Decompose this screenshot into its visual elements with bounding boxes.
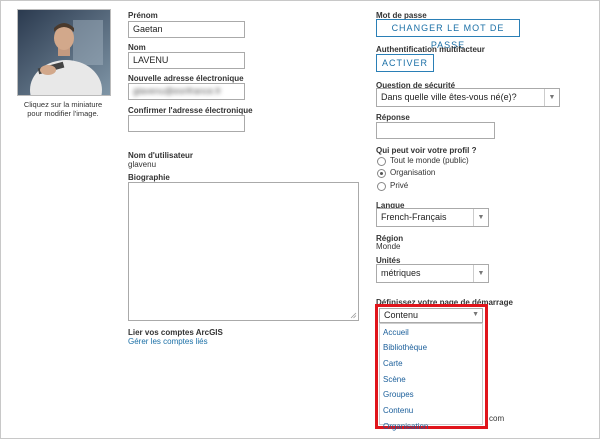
visibility-public-label[interactable]: Tout le monde (public) — [390, 156, 469, 165]
language-select[interactable]: French-Français ▼ — [376, 208, 489, 227]
lastname-input[interactable]: LAVENU — [128, 52, 245, 69]
visibility-label: Qui peut voir votre profil ? — [376, 146, 477, 155]
security-question-value: Dans quelle ville êtes-vous né(e)? — [381, 92, 517, 102]
firstname-label: Prénom — [128, 11, 158, 20]
chevron-down-icon[interactable]: ▼ — [473, 209, 488, 226]
chevron-down-icon[interactable]: ▼ — [472, 311, 479, 318]
start-page-highlight: Contenu ▼ Accueil Bibliothèque Carte Scè… — [375, 304, 488, 431]
partial-com-text: com — [489, 414, 505, 423]
resize-handle-icon[interactable] — [350, 312, 357, 319]
email-input[interactable]: glavenu@esrifrance.fr — [128, 83, 245, 100]
arcgis-label: Lier vos comptes ArcGIS — [128, 328, 223, 337]
units-value: métriques — [381, 268, 421, 278]
change-password-button[interactable]: CHANGER LE MOT DE PASSE — [376, 19, 520, 50]
bio-textarea[interactable] — [128, 182, 359, 321]
firstname-input[interactable]: Gaetan — [128, 21, 245, 38]
start-page-option-bibliotheque[interactable]: Bibliothèque — [383, 343, 427, 352]
email-label: Nouvelle adresse électronique — [128, 74, 244, 83]
language-value: French-Français — [381, 212, 447, 222]
mfa-label: Authentification multifacteur — [376, 45, 485, 54]
region-value: Monde — [376, 242, 401, 251]
activate-mfa-button[interactable]: ACTIVER — [376, 54, 434, 72]
start-page-option-contenu[interactable]: Contenu — [383, 406, 413, 415]
start-page-option-groupes[interactable]: Groupes — [383, 390, 414, 399]
avatar-caption-line1: Cliquez sur la miniature — [23, 100, 103, 109]
email-value: glavenu@esrifrance.fr — [133, 86, 222, 96]
visibility-organisation-label[interactable]: Organisation — [390, 168, 435, 177]
answer-label: Réponse — [376, 113, 410, 122]
avatar-caption-line2: pour modifier l'image. — [27, 109, 99, 118]
confirm-email-label: Confirmer l'adresse électronique — [128, 106, 253, 115]
start-page-select[interactable]: Contenu ▼ — [379, 308, 483, 323]
visibility-public-radio[interactable] — [377, 157, 386, 166]
manage-linked-accounts-link[interactable]: Gérer les comptes liés — [128, 337, 208, 346]
confirm-email-input[interactable] — [128, 115, 245, 132]
visibility-private-radio[interactable] — [377, 182, 386, 191]
profile-settings-panel: Cliquez sur la miniature pour modifier l… — [0, 0, 600, 439]
bio-label: Biographie — [128, 173, 170, 182]
avatar-photo[interactable] — [18, 10, 110, 95]
units-select[interactable]: métriques ▼ — [376, 264, 489, 283]
chevron-down-icon[interactable]: ▼ — [544, 89, 559, 106]
start-page-options: Accueil Bibliothèque Carte Scène Groupes… — [379, 323, 483, 431]
start-page-option-scene[interactable]: Scène — [383, 375, 406, 384]
start-page-option-accueil[interactable]: Accueil — [383, 328, 409, 337]
start-page-option-carte[interactable]: Carte — [383, 359, 403, 368]
username-label: Nom d'utilisateur — [128, 151, 194, 160]
start-page-value: Contenu — [384, 310, 419, 320]
visibility-organisation-radio[interactable] — [377, 169, 386, 178]
chevron-down-icon[interactable]: ▼ — [473, 265, 488, 282]
visibility-private-label[interactable]: Privé — [390, 181, 408, 190]
avatar[interactable] — [17, 9, 111, 96]
username-value: glavenu — [128, 160, 157, 169]
security-question-select[interactable]: Dans quelle ville êtes-vous né(e)? ▼ — [376, 88, 560, 107]
lastname-label: Nom — [128, 43, 146, 52]
answer-input[interactable] — [376, 122, 495, 139]
start-page-option-organisation[interactable]: Organisation — [383, 422, 428, 431]
